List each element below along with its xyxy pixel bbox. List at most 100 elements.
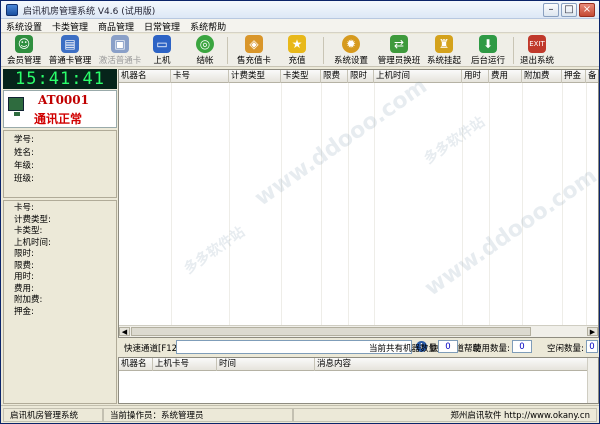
student-info-panel: 学号: 姓名: 年级: 班级: [3,130,117,198]
idle-count-label: 空闲数量: [547,344,584,354]
fee-limit-label: 限费: [14,260,34,271]
column-header[interactable]: 卡号 [171,70,229,83]
title-bar[interactable]: 启讯机房管理系统 V4.6 (试用版) – □ × [1,1,599,19]
quick-access-label: 快速通道[F12] [124,344,181,354]
card-manage-icon: ▤ [61,35,79,53]
grid-line [374,83,375,326]
toolbar-separator [323,37,324,64]
column-header[interactable]: 费用 [489,70,522,83]
time-limit-label: 限时: [14,249,34,259]
minimize-button[interactable]: – [543,3,559,17]
card-no-label: 卡号: [14,203,34,213]
menu-bar: 系统设置 卡类管理 商品管理 日常管理 系统帮助 [1,19,599,33]
message-header: 机器名 上机卡号 时间 消息内容 [119,358,598,371]
student-grade-label: 年级: [14,161,34,171]
fee-label: 费用: [14,283,34,294]
activate-card-icon: ▣ [111,35,129,53]
column-header[interactable]: 时间 [217,358,315,371]
close-button[interactable]: × [579,3,595,17]
grid-line [348,83,349,326]
background-run-button[interactable]: ⬇ 后台运行 [469,34,507,67]
station-status-panel: AT0001 通讯正常 [3,90,117,128]
lock-icon: ♜ [435,35,453,53]
menu-daily[interactable]: 日常管理 [139,19,185,34]
status-app-name: 启讯机房管理系统 [3,408,103,422]
grid-line [586,83,587,326]
toolbar-separator [513,37,514,64]
shift-change-button[interactable]: ⇄ 管理员换班 [376,34,422,67]
student-class-label: 班级: [14,174,34,184]
column-header[interactable]: 备 [586,70,598,83]
computer-icon: ▭ [153,35,171,53]
menu-system-settings[interactable]: 系统设置 [1,19,47,34]
machine-grid[interactable]: 机器名 卡号 计费类型 卡类型 限费 限时 上机时间 用时 费用 附加费 押金 … [118,69,599,338]
system-settings-button[interactable]: ✹ 系统设置 [332,34,370,67]
scroll-left-icon[interactable]: ◀ [119,327,130,336]
sell-card-button[interactable]: ◈ 售充值卡 [233,34,275,67]
connection-status: 通讯正常 [34,112,83,126]
toolbar: ☺ 会员管理 ▤ 普通卡管理 ▣ 激活普通卡 ▭ 上机 ◎ 结帐 ◈ 售充值卡 … [1,34,599,67]
recharge-icon: ★ [288,35,306,53]
student-name-label: 姓名: [14,148,34,158]
watermark: www.ddooo.com [420,163,599,302]
scroll-thumb[interactable] [131,327,531,336]
quick-access-bar: 快速通道[F12] i 快速通道帮助 当前共有机器数量: 0 使用数量: 0 空… [118,339,599,356]
column-header[interactable]: 附加费 [522,70,562,83]
suspend-button[interactable]: ♜ 系统挂起 [425,34,463,67]
watermark: 多多软件站 [181,224,248,278]
total-machines-value: 0 [438,340,458,353]
card-manage-button[interactable]: ▤ 普通卡管理 [46,34,94,67]
members-button[interactable]: ☺ 会员管理 [5,34,43,67]
recharge-button[interactable]: ★ 充值 [283,34,311,67]
idle-count-value: 0 [586,340,598,353]
column-header[interactable]: 消息内容 [315,358,589,371]
column-header[interactable]: 用时 [462,70,489,83]
column-header[interactable]: 上机卡号 [153,358,217,371]
exit-button[interactable]: EXIT 退出系统 [518,34,556,67]
station-id: AT0001 [38,93,89,107]
sell-card-icon: ◈ [245,35,263,53]
status-operator: 当前操作员：系统管理员 [103,408,293,422]
column-header[interactable]: 限费 [321,70,348,83]
column-header[interactable]: 卡类型 [281,70,321,83]
horizontal-scrollbar[interactable]: ◀ ▶ [119,325,598,337]
menu-help[interactable]: 系统帮助 [185,19,231,34]
column-header[interactable]: 押金 [562,70,586,83]
column-header[interactable]: 限时 [348,70,374,83]
grid-line [462,83,463,326]
watermark: 多多软件站 [421,114,488,168]
vertical-scrollbar[interactable] [587,358,598,403]
message-table[interactable]: 机器名 上机卡号 时间 消息内容 [118,357,599,404]
column-header[interactable]: 上机时间 [374,70,462,83]
column-header[interactable]: 计费类型 [229,70,281,83]
extra-fee-label: 附加费: [14,295,43,305]
activate-card-button[interactable]: ▣ 激活普通卡 [96,34,144,67]
app-window: 启讯机房管理系统 V4.6 (试用版) – □ × 系统设置 卡类管理 商品管理… [0,0,600,424]
clock-display: 15:41:41 [3,69,117,89]
grid-line [229,83,230,326]
menu-card-types[interactable]: 卡类管理 [47,19,93,34]
grid-line [522,83,523,326]
monitor-icon [8,97,24,116]
settings-icon: ✹ [342,35,360,53]
menu-goods[interactable]: 商品管理 [93,19,139,34]
maximize-button[interactable]: □ [561,3,577,17]
deposit-label: 押金: [14,306,34,317]
card-type-label: 卡类型: [14,226,43,236]
grid-line [489,83,490,326]
scroll-right-icon[interactable]: ▶ [587,327,598,336]
login-button[interactable]: ▭ 上机 [148,34,176,67]
members-icon: ☺ [15,35,33,53]
watermark: www.ddooo.com [250,73,432,212]
total-machines-label: 当前共有机器数量: [369,344,440,354]
window-title: 启讯机房管理系统 V4.6 (试用版) [23,7,156,17]
column-header[interactable]: 机器名 [119,358,153,371]
used-time-label: 用时: [14,272,34,282]
column-header[interactable]: 机器名 [119,70,171,83]
billing-type-label: 计费类型: [14,214,51,225]
used-count-label: 使用数量: [473,344,510,354]
checkout-button[interactable]: ◎ 结帐 [191,34,219,67]
grid-line [562,83,563,326]
grid-header: 机器名 卡号 计费类型 卡类型 限费 限时 上机时间 用时 费用 附加费 押金 … [119,70,598,83]
login-time-label: 上机时间: [14,237,51,248]
